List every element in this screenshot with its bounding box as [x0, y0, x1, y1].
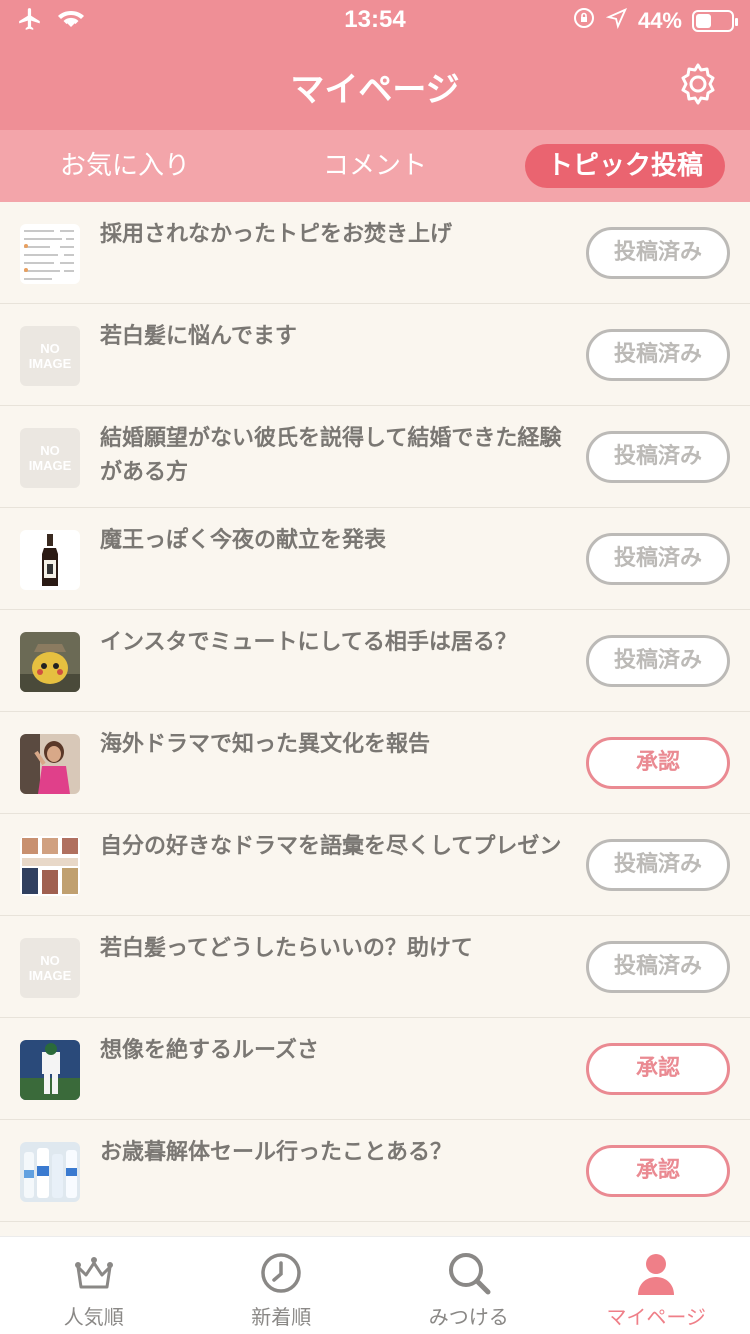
tab-label: トピック投稿 — [524, 144, 725, 188]
topic-thumbnail — [20, 224, 80, 284]
topic-title: 自分の好きなドラマを語彙を尽くしてプレゼン — [100, 834, 562, 859]
status-posted-button[interactable]: 投稿済み — [586, 329, 730, 381]
no-image-label: NO — [40, 953, 60, 968]
topic-thumbnail — [20, 632, 80, 692]
topic-row[interactable]: 魔王っぽく今夜の献立を発表 投稿済み — [0, 508, 750, 610]
tab-favorites[interactable]: お気に入り — [0, 130, 250, 202]
status-posted-button[interactable]: 投稿済み — [586, 431, 730, 483]
status-posted-button[interactable]: 投稿済み — [586, 941, 730, 993]
topic-row[interactable]: NO IMAGE 若白髪に悩んでます 投稿済み — [0, 304, 750, 406]
tab-topic-posts[interactable]: トピック投稿 — [500, 130, 750, 202]
tabbar-item-popular[interactable]: 人気順 — [0, 1237, 188, 1334]
tabbar-label: マイページ — [606, 1305, 707, 1329]
tabbar-item-new[interactable]: 新着順 — [188, 1237, 376, 1334]
segment-tabs: お気に入り コメント トピック投稿 — [0, 130, 750, 202]
person-icon — [638, 1254, 675, 1295]
topic-title: 魔王っぽく今夜の献立を発表 — [100, 528, 387, 553]
nav-header: マイページ — [0, 40, 750, 130]
topic-row[interactable]: NO IMAGE 若白髪ってどうしたらいいの？助けて 投稿済み — [0, 916, 750, 1018]
topic-row[interactable]: 採用されなかったトピをお焚き上げ 投稿済み — [0, 202, 750, 304]
topic-title: インスタでミュートにしてる相手は居る？ — [100, 630, 517, 655]
tab-label: コメント — [322, 151, 427, 181]
topic-title: 海外ドラマで知った異文化を報告 — [100, 732, 431, 757]
clock-icon — [261, 1253, 301, 1293]
location-icon — [605, 7, 628, 35]
no-image-label: NO — [40, 443, 60, 458]
rotation-lock-icon — [572, 6, 596, 36]
tabbar-item-mypage[interactable]: マイページ — [563, 1237, 750, 1334]
page-title: マイページ — [290, 70, 460, 110]
topic-thumbnail — [20, 734, 80, 794]
topic-list: 採用されなかったトピをお焚き上げ 投稿済み NO IMAGE 若白髪に悩んでます… — [0, 202, 750, 1222]
topic-title: 若白髪に悩んでます — [100, 324, 297, 349]
battery-text: 44% — [637, 8, 682, 33]
topic-row[interactable]: お歳暮解体セール行ったことある？ 承認 — [0, 1120, 750, 1222]
topic-title: 結婚願望がない彼氏を説得して結婚できた経験がある方 — [100, 426, 562, 485]
no-image-thumbnail: NO IMAGE — [20, 428, 80, 488]
tabbar-item-search[interactable]: みつける — [375, 1237, 563, 1334]
tab-comments[interactable]: コメント — [250, 130, 500, 202]
no-image-label: IMAGE — [28, 356, 72, 371]
gear-icon[interactable] — [674, 60, 722, 108]
topic-title: 想像を絶するルーズさ — [100, 1038, 319, 1063]
battery-level — [696, 14, 711, 28]
topic-row[interactable]: NO IMAGE 結婚願望がない彼氏を説得して結婚できた経験がある方 投稿済み — [0, 406, 750, 508]
topic-row[interactable]: 自分の好きなドラマを語彙を尽くしてプレゼン 投稿済み — [0, 814, 750, 916]
status-posted-button[interactable]: 投稿済み — [586, 839, 730, 891]
status-posted-button[interactable]: 投稿済み — [586, 635, 730, 687]
status-approved-button[interactable]: 承認 — [586, 1145, 730, 1197]
topic-title: 若白髪ってどうしたらいいの？助けて — [100, 936, 473, 961]
topic-thumbnail — [20, 1142, 80, 1202]
status-posted-button[interactable]: 投稿済み — [586, 533, 730, 585]
topic-row[interactable]: 想像を絶するルーズさ 承認 — [0, 1018, 750, 1120]
no-image-thumbnail: NO IMAGE — [20, 938, 80, 998]
topic-title: 採用されなかったトピをお焚き上げ — [100, 222, 453, 247]
tab-label: お気に入り — [59, 151, 190, 181]
tabbar-label: みつける — [428, 1305, 509, 1329]
topic-thumbnail — [20, 836, 80, 896]
tabbar-label: 人気順 — [63, 1305, 124, 1329]
tabbar-label: 新着順 — [251, 1305, 312, 1329]
status-approved-button[interactable]: 承認 — [586, 737, 730, 789]
status-posted-button[interactable]: 投稿済み — [586, 227, 730, 279]
no-image-label: IMAGE — [28, 968, 72, 983]
topic-thumbnail — [20, 1040, 80, 1100]
no-image-label: IMAGE — [28, 458, 72, 473]
no-image-thumbnail: NO IMAGE — [20, 326, 80, 386]
topic-row[interactable]: インスタでミュートにしてる相手は居る？ 投稿済み — [0, 610, 750, 712]
topic-title: お歳暮解体セール行ったことある？ — [100, 1140, 453, 1165]
status-bar: 13:54 44% — [0, 0, 750, 40]
topic-thumbnail — [20, 530, 80, 590]
topic-row[interactable]: 海外ドラマで知った異文化を報告 承認 — [0, 712, 750, 814]
battery-icon — [692, 10, 738, 32]
crown-icon — [74, 1257, 113, 1289]
bottom-tab-bar: 人気順 新着順 みつける マイページ — [0, 1236, 750, 1334]
no-image-label: NO — [40, 341, 60, 356]
status-approved-button[interactable]: 承認 — [586, 1043, 730, 1095]
search-icon — [448, 1253, 491, 1295]
